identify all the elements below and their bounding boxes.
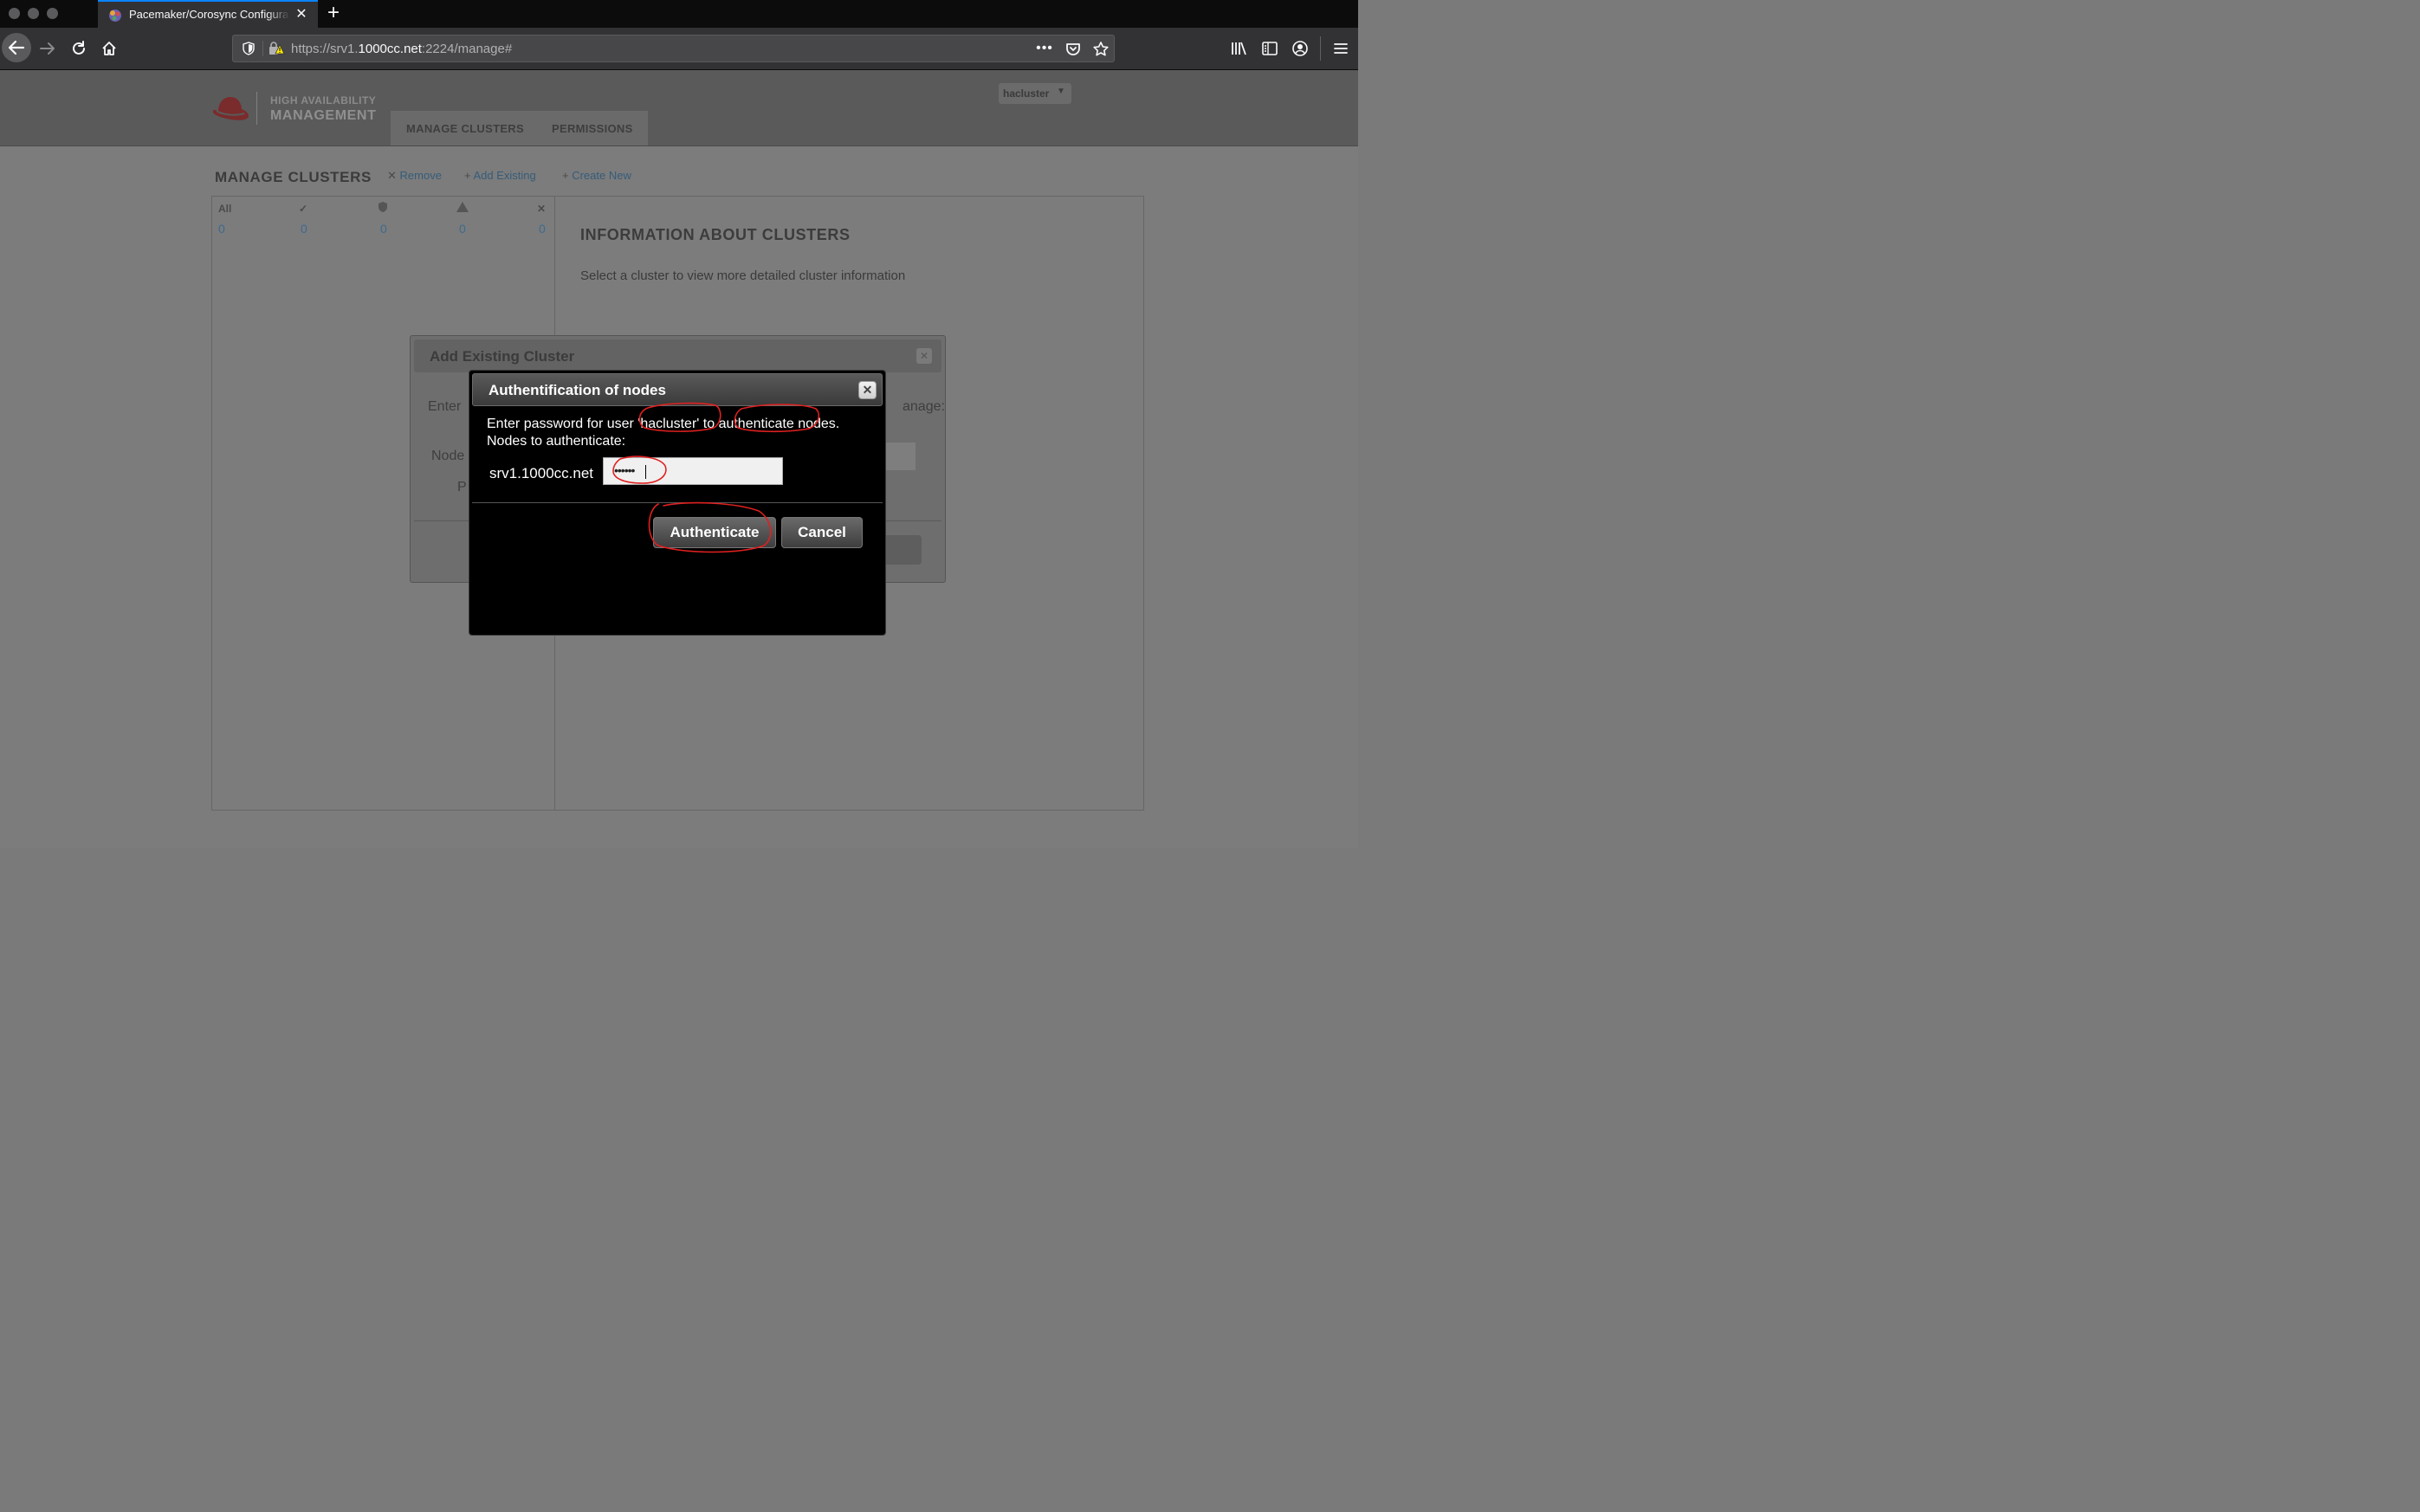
add-existing-link[interactable]: + Add Existing	[464, 169, 536, 182]
user-menu-button[interactable]: hacluster ▼	[999, 83, 1071, 104]
window-zoom-dot[interactable]	[47, 8, 58, 19]
add-existing-enter-text: Enter	[428, 399, 462, 414]
tracking-shield-icon[interactable]	[242, 42, 256, 55]
url-bar[interactable]: https://srv1.1000cc.net:2224/manage# •••	[232, 35, 1115, 62]
tab-manage-clusters[interactable]: MANAGE CLUSTERS	[406, 122, 524, 135]
auth-dialog-titlebar: Authentification of nodes	[472, 373, 883, 406]
cancel-button[interactable]: Cancel	[781, 517, 863, 548]
authenticate-button[interactable]: Authenticate	[653, 517, 776, 548]
create-new-link[interactable]: + Create New	[562, 169, 631, 182]
page-content: HIGH AVAILABILITY MANAGEMENT MANAGE CLUS…	[0, 70, 1358, 849]
tab-title: Pacemaker/Corosync Configuration	[129, 8, 290, 21]
back-arrow-icon	[8, 40, 25, 55]
filter-unknown-x-icon[interactable]: ✕	[537, 203, 546, 215]
main-nav: MANAGE CLUSTERS PERMISSIONS	[391, 111, 648, 145]
info-title: INFORMATION ABOUT CLUSTERS	[580, 226, 851, 243]
pacemaker-favicon-icon	[109, 10, 121, 22]
count-ok[interactable]: 0	[301, 222, 307, 236]
reload-icon	[73, 41, 85, 55]
new-tab-plus-icon[interactable]: +	[323, 3, 344, 24]
browser-nav-bar: https://srv1.1000cc.net:2224/manage# •••	[0, 28, 1358, 70]
bookmark-star-icon[interactable]	[1092, 41, 1110, 58]
filter-warning-icon[interactable]	[456, 201, 469, 213]
url-divider	[262, 41, 263, 56]
home-icon	[102, 42, 116, 55]
page-actions-icon[interactable]: •••	[1035, 40, 1054, 57]
auth-dialog-close-icon[interactable]: ✕	[858, 381, 877, 399]
url-host: 1000cc.net	[358, 42, 422, 56]
forward-button[interactable]	[34, 35, 61, 62]
reload-button[interactable]	[65, 35, 93, 62]
browser-tab-bar: Pacemaker/Corosync Configuration ✕ +	[0, 0, 1358, 28]
count-unknown[interactable]: 0	[539, 222, 546, 236]
logo-line2: MANAGEMENT	[270, 108, 377, 123]
insecure-lock-warning-icon[interactable]	[268, 41, 285, 56]
auth-nodes-dialog: Authentification of nodes ✕ Enter passwo…	[469, 370, 886, 636]
auth-dialog-message: Enter password for user 'hacluster' to a…	[487, 416, 839, 450]
filter-all[interactable]: All	[218, 203, 231, 215]
user-name: hacluster	[1003, 87, 1050, 100]
add-existing-dialog-titlebar: Add Existing Cluster	[414, 339, 941, 372]
toolbar-divider	[1320, 36, 1321, 61]
app-header: HIGH AVAILABILITY MANAGEMENT MANAGE CLUS…	[0, 70, 1358, 146]
auth-message-line2: Nodes to authenticate:	[487, 434, 626, 449]
add-existing-manage-text: anage:	[903, 399, 945, 414]
library-icon[interactable]	[1230, 40, 1247, 57]
forward-arrow-icon	[40, 42, 55, 55]
home-button[interactable]	[95, 35, 123, 62]
auth-dialog-title: Authentification of nodes	[489, 382, 666, 398]
add-existing-close-icon[interactable]: ✕	[916, 348, 932, 364]
remove-cluster-link[interactable]: ✕ Remove	[387, 169, 442, 183]
create-plus-icon: +	[562, 169, 573, 182]
password-input[interactable]: ••••••	[603, 457, 783, 485]
add-existing-p-label: P	[457, 480, 467, 494]
remove-label: Remove	[399, 169, 442, 182]
filter-error-shield-icon[interactable]	[377, 201, 389, 213]
url-suffix: :2224/manage#	[421, 42, 513, 56]
url-prefix: https://srv1.	[291, 42, 359, 56]
remove-x-icon: ✕	[387, 169, 400, 182]
auth-message-line1: Enter password for user 'hacluster' to a…	[487, 417, 840, 431]
pocket-icon[interactable]	[1064, 41, 1082, 58]
redhat-logo-icon	[212, 97, 249, 120]
page-title: MANAGE CLUSTERS	[215, 169, 372, 185]
add-existing-node-label: Node	[431, 449, 465, 463]
add-existing-label: Add Existing	[473, 169, 536, 182]
count-all[interactable]: 0	[218, 222, 225, 236]
logo-line1: HIGH AVAILABILITY	[270, 94, 377, 107]
count-error[interactable]: 0	[380, 222, 387, 236]
browser-tab-active[interactable]: Pacemaker/Corosync Configuration ✕	[98, 0, 318, 28]
info-text: Select a cluster to view more detailed c…	[580, 268, 906, 283]
url-text[interactable]: https://srv1.1000cc.net:2224/manage#	[291, 42, 512, 56]
auth-dialog-divider	[472, 502, 883, 503]
back-button[interactable]	[2, 33, 31, 62]
window-minimize-dot[interactable]	[28, 8, 39, 19]
window-close-dot[interactable]	[9, 8, 20, 19]
count-warning[interactable]: 0	[459, 222, 466, 236]
tab-close-icon[interactable]: ✕	[294, 7, 309, 23]
add-plus-icon: +	[464, 169, 474, 182]
text-caret	[645, 465, 646, 479]
hamburger-menu-icon[interactable]	[1332, 40, 1349, 57]
create-new-label: Create New	[572, 169, 631, 182]
logo-separator	[256, 92, 257, 125]
filter-ok-check-icon[interactable]: ✓	[299, 203, 307, 215]
auth-node-name: srv1.1000cc.net	[489, 465, 594, 481]
account-icon[interactable]	[1291, 40, 1309, 57]
password-mask: ••••••	[614, 463, 635, 477]
chevron-down-icon: ▼	[1057, 87, 1065, 96]
tab-permissions[interactable]: PERMISSIONS	[552, 122, 633, 135]
add-existing-dialog-title: Add Existing Cluster	[430, 348, 575, 365]
sidebar-toggle-icon[interactable]	[1261, 40, 1278, 57]
